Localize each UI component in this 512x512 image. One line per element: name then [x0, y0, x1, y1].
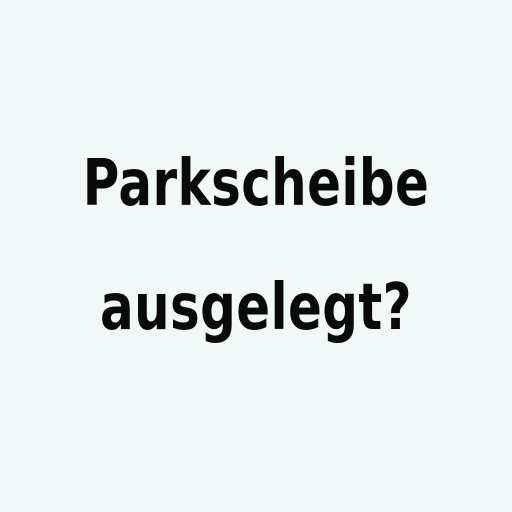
question-line-2: ausgelegt? [100, 271, 412, 345]
question-line-1: Parkscheibe [82, 147, 430, 221]
question-card: Parkscheibe ausgelegt? [0, 0, 512, 512]
